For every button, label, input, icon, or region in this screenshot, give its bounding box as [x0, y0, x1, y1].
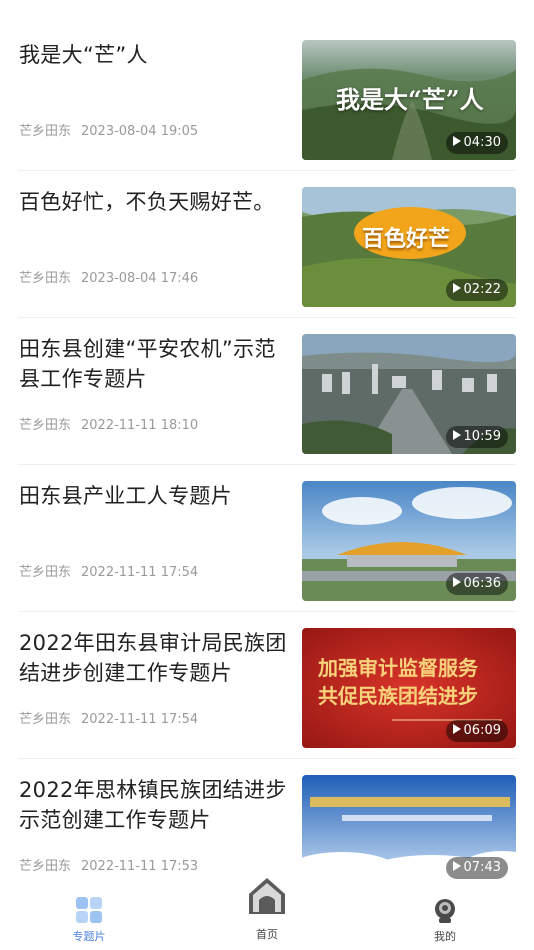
video-title[interactable]: 田东县产业工人专题片 — [19, 481, 291, 511]
video-thumbnail[interactable]: 我是大“芒”人 04:30 — [302, 40, 516, 160]
video-meta: 芒乡田东 2023-08-04 19:05 — [19, 120, 198, 139]
video-date: 2022-11-11 17:54 — [81, 712, 199, 727]
video-thumbnail[interactable]: 百色好芒 02:22 — [302, 187, 516, 307]
video-source: 芒乡田东 — [19, 565, 72, 580]
video-duration: 07:43 — [445, 857, 508, 879]
video-duration: 06:09 — [445, 720, 508, 742]
play-icon — [452, 283, 461, 293]
profile-icon — [435, 899, 455, 923]
video-thumbnail[interactable]: 10:59 — [302, 334, 516, 454]
video-source: 芒乡田东 — [19, 712, 72, 727]
list-item[interactable]: 田东县产业工人专题片 芒乡田东 2022-11-11 17:54 06:36 — [0, 465, 534, 612]
video-title[interactable]: 百色好忙，不负天赐好芒。 — [19, 187, 291, 217]
list-item[interactable]: 田东县创建“平安农机”示范县工作专题片 芒乡田东 2022-11-11 18:10… — [0, 318, 534, 465]
home-icon — [249, 878, 285, 914]
thumbnail-caption-line2: 共促民族团结进步 — [318, 684, 478, 708]
video-meta: 芒乡田东 2022-11-11 17:54 — [19, 708, 198, 727]
thumbnail-caption-line1: 加强审计监督服务 — [318, 656, 478, 680]
play-icon — [452, 577, 461, 587]
video-meta: 芒乡田东 2022-11-11 17:54 — [19, 561, 198, 580]
video-duration: 06:36 — [445, 573, 508, 595]
video-date: 2022-11-11 18:10 — [81, 418, 199, 433]
video-source: 芒乡田东 — [19, 859, 72, 874]
video-meta: 芒乡田东 2023-08-04 17:46 — [19, 267, 198, 286]
video-duration: 02:22 — [445, 279, 508, 301]
thumbnail-caption: 我是大“芒”人 — [336, 85, 484, 114]
video-date: 2022-11-11 17:54 — [81, 565, 199, 580]
list-item[interactable]: 百色好忙，不负天赐好芒。 芒乡田东 2023-08-04 17:46 百色好芒 0… — [0, 171, 534, 318]
video-source: 芒乡田东 — [19, 418, 72, 433]
video-title[interactable]: 田东县创建“平安农机”示范县工作专题片 — [19, 334, 291, 394]
video-meta: 芒乡田东 2022-11-11 18:10 — [19, 414, 198, 433]
video-date: 2023-08-04 17:46 — [81, 271, 199, 286]
tab-home[interactable]: 首页 — [207, 878, 327, 950]
video-thumbnail[interactable]: 07:43 — [302, 775, 516, 885]
play-icon — [452, 430, 461, 440]
tab-label: 专题片 — [72, 930, 106, 943]
play-icon — [452, 861, 461, 871]
video-thumbnail[interactable]: 加强审计监督服务 共促民族团结进步 06:09 — [302, 628, 516, 748]
video-date: 2023-08-04 19:05 — [81, 124, 199, 139]
video-duration: 04:30 — [445, 132, 508, 154]
play-icon — [452, 136, 461, 146]
video-feed: 我是大“芒”人 芒乡田东 2023-08-04 19:05 我是大“芒”人 04… — [0, 24, 534, 906]
video-date: 2022-11-11 17:53 — [81, 859, 199, 874]
video-source: 芒乡田东 — [19, 271, 72, 286]
bottom-tab-bar: 专题片 首页 我的 — [0, 878, 534, 950]
video-thumbnail[interactable]: 06:36 — [302, 481, 516, 601]
list-item[interactable]: 2022年田东县审计局民族团结进步创建工作专题片 芒乡田东 2022-11-11 … — [0, 612, 534, 759]
tab-label: 我的 — [434, 930, 456, 943]
video-title[interactable]: 2022年思林镇民族团结进步示范创建工作专题片 — [19, 775, 291, 835]
tab-label: 首页 — [256, 928, 278, 941]
video-title[interactable]: 我是大“芒”人 — [19, 40, 291, 70]
video-source: 芒乡田东 — [19, 124, 72, 139]
tab-feature-videos[interactable]: 专题片 — [29, 880, 149, 950]
video-meta: 芒乡田东 2022-11-11 17:53 — [19, 855, 198, 874]
list-item[interactable]: 我是大“芒”人 芒乡田东 2023-08-04 19:05 我是大“芒”人 04… — [0, 24, 534, 171]
video-title[interactable]: 2022年田东县审计局民族团结进步创建工作专题片 — [19, 628, 291, 688]
thumbnail-caption: 百色好芒 — [362, 226, 451, 252]
feature-videos-icon — [76, 897, 102, 923]
video-duration: 10:59 — [445, 426, 508, 448]
tab-profile[interactable]: 我的 — [385, 880, 505, 950]
play-icon — [452, 724, 461, 734]
